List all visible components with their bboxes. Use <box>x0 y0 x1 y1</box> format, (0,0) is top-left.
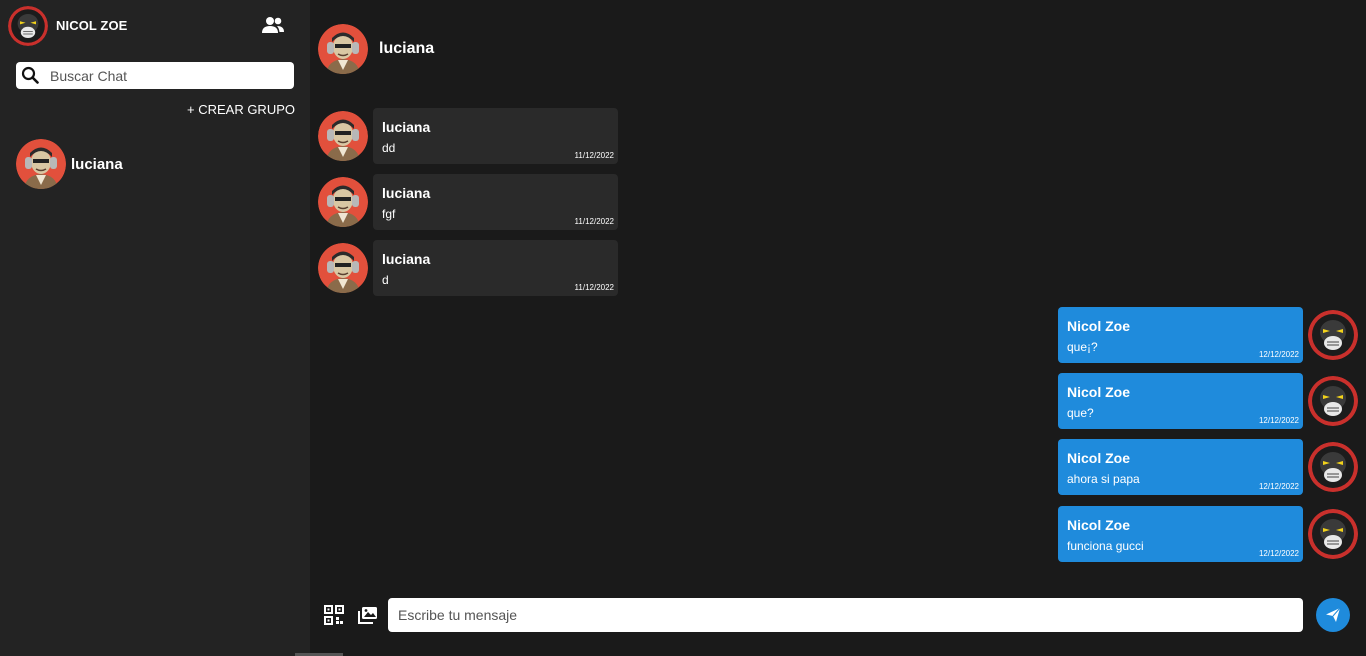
chat-list-item[interactable]: luciana <box>14 138 296 192</box>
message-bubble: Nicol Zoe ahora si papa 12/12/2022 <box>1058 439 1303 495</box>
search-input[interactable] <box>50 62 290 89</box>
sidebar: NICOL ZOE + CREAR GRUPO luciana <box>0 0 343 656</box>
message-date: 12/12/2022 <box>1258 350 1299 359</box>
image-icon <box>358 607 377 624</box>
search-box[interactable] <box>16 62 294 89</box>
message-avatar <box>1308 376 1358 426</box>
message-date: 12/12/2022 <box>1258 482 1299 491</box>
chat-item-name: luciana <box>71 156 123 173</box>
current-user-name: NICOL ZOE <box>56 18 128 33</box>
message-sender: Nicol Zoe <box>1067 318 1131 334</box>
message-composer <box>310 596 1366 636</box>
message-sender: Nicol Zoe <box>1067 384 1131 400</box>
message-sender: luciana <box>382 251 431 267</box>
message-avatar <box>318 243 368 293</box>
current-user-avatar[interactable] <box>8 6 48 46</box>
sidebar-header: NICOL ZOE <box>0 0 310 52</box>
message-bubble: luciana dd 11/12/2022 <box>373 108 618 164</box>
search-icon <box>21 66 39 84</box>
message-bubble: luciana fgf 11/12/2022 <box>373 174 618 230</box>
message-bubble: Nicol Zoe que¡? 12/12/2022 <box>1058 307 1303 363</box>
send-icon <box>1326 607 1341 622</box>
image-upload-button[interactable] <box>357 604 379 626</box>
message-avatar <box>318 111 368 161</box>
active-chat-avatar[interactable] <box>318 24 368 74</box>
message-avatar <box>1308 442 1358 492</box>
message-date: 11/12/2022 <box>574 217 614 226</box>
create-group-button[interactable]: + CREAR GRUPO <box>187 102 295 117</box>
message-input[interactable] <box>388 598 1303 632</box>
message-date: 12/12/2022 <box>1258 416 1299 425</box>
message-bubble: luciana d 11/12/2022 <box>373 240 618 296</box>
message-date: 11/12/2022 <box>574 283 614 292</box>
message-avatar <box>1308 509 1358 559</box>
chat-panel: luciana luciana dd 11/12/2022 luciana fg… <box>310 0 1366 656</box>
qr-code-button[interactable] <box>323 604 345 626</box>
message-sender: luciana <box>382 185 431 201</box>
users-icon <box>262 17 284 33</box>
message-sender: Nicol Zoe <box>1067 517 1131 533</box>
message-bubble: Nicol Zoe funciona gucci 12/12/2022 <box>1058 506 1303 562</box>
chat-avatar <box>16 139 66 189</box>
message-avatar <box>318 177 368 227</box>
active-chat-name: luciana <box>379 40 435 57</box>
message-bubble: Nicol Zoe que? 12/12/2022 <box>1058 373 1303 429</box>
message-date: 11/12/2022 <box>574 151 614 160</box>
contacts-button[interactable] <box>260 14 286 36</box>
message-date: 12/12/2022 <box>1258 549 1299 558</box>
message-sender: luciana <box>382 119 431 135</box>
send-button[interactable] <box>1316 598 1350 632</box>
qr-code-icon <box>324 605 344 625</box>
message-avatar <box>1308 310 1358 360</box>
message-sender: Nicol Zoe <box>1067 450 1131 466</box>
